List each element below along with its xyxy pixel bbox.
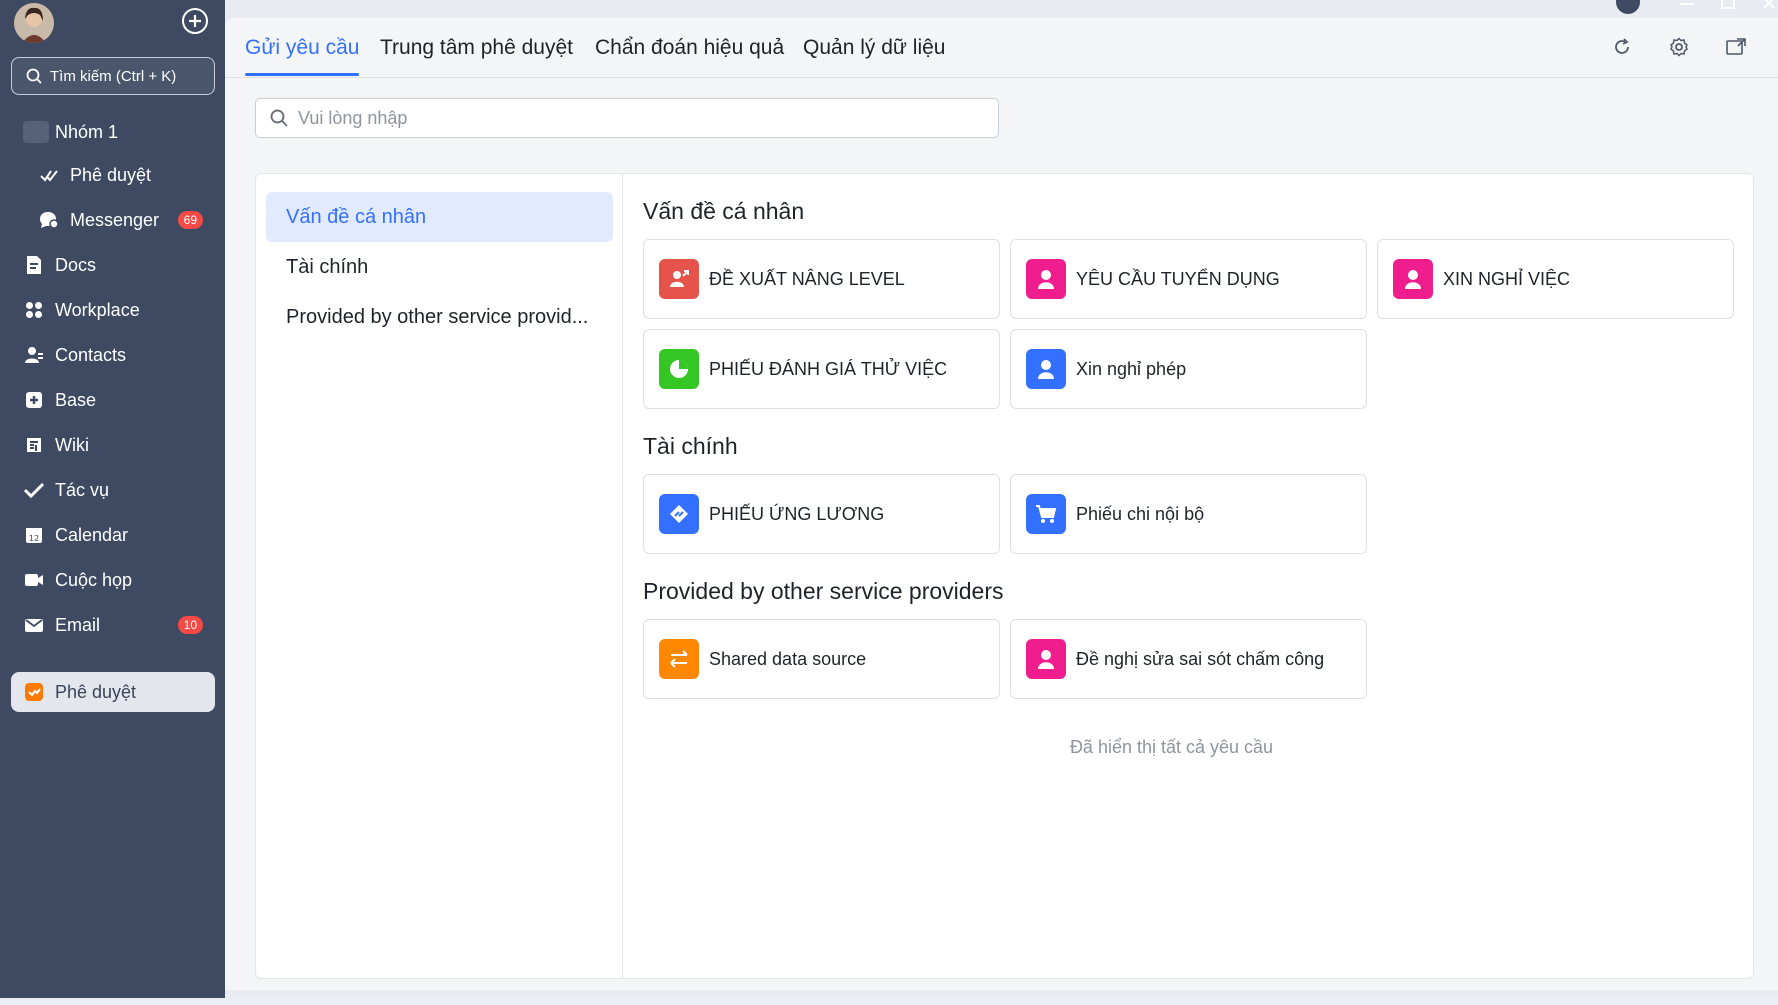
plus-icon [189,15,201,27]
category-finance[interactable]: Tài chính [266,242,613,292]
category-other-providers[interactable]: Provided by other service provid... [266,292,613,342]
sidebar-item-messenger[interactable]: Messenger 69 [11,200,215,240]
tab-bar: Gửi yêu cầu Trung tâm phê duyệt Chẩn đoá… [225,18,1778,78]
unread-badge: 10 [177,616,203,634]
request-card[interactable]: Phiếu chi nội bộ [1010,474,1367,554]
sidebar-item-label: Tác vụ [55,479,110,500]
sidebar-item-base[interactable]: Base [11,380,215,420]
video-camera-icon [23,569,45,591]
sidebar-item-approval[interactable]: Phê duyệt [11,672,215,712]
wiki-icon [23,434,45,456]
unread-badge: 69 [177,211,203,229]
request-card[interactable]: Shared data source [643,619,1000,699]
avatar[interactable] [14,3,54,43]
sidebar-item-label: Phê duyệt [70,164,152,185]
sidebar: Tìm kiếm (Ctrl + K) Nhóm 1 Phê duyệt Mes… [0,0,225,998]
search-icon [26,68,42,84]
add-button[interactable] [182,8,208,34]
request-card[interactable]: PHIẾU ĐÁNH GIÁ THỬ VIỆC [643,329,1000,409]
sidebar-item-label: Cuộc họp [55,569,133,590]
card-label: Đề nghị sửa sai sót chấm công [1076,648,1325,669]
request-card[interactable]: PHIẾU ỨNG LƯƠNG [643,474,1000,554]
sidebar-item-meetings[interactable]: Cuộc họp [11,560,215,600]
user-arrow-icon [659,259,699,299]
person-icon [1393,259,1433,299]
pie-chart-icon [659,349,699,389]
card-label: Xin nghỉ phép [1076,358,1187,379]
request-panel: Vấn đề cá nhân Tài chính Provided by oth… [255,173,1754,979]
sidebar-item-tasks[interactable]: Tác vụ [11,470,215,510]
search-input[interactable] [298,107,978,129]
docs-icon [23,254,45,276]
request-card[interactable]: Xin nghỉ phép [1010,329,1367,409]
card-label: PHIẾU ỨNG LƯƠNG [709,503,885,524]
popout-icon[interactable] [1725,36,1747,58]
card-label: ĐỀ XUẤT NÂNG LEVEL [709,268,905,289]
section-title: Provided by other service providers [643,578,1004,604]
search-icon [270,109,288,127]
sidebar-item-group[interactable]: Nhóm 1 [11,112,215,152]
card-label: XIN NGHỈ VIỆC [1443,268,1571,289]
gear-icon[interactable] [1668,36,1690,58]
approval-app-icon [23,681,45,703]
tab-submit-request[interactable]: Gửi yêu cầu [245,36,360,76]
card-label: PHIẾU ĐÁNH GIÁ THỬ VIỆC [709,358,948,379]
category-list: Vấn đề cá nhân Tài chính Provided by oth… [256,174,623,978]
card-label: YÊU CẦU TUYỂN DỤNG [1076,268,1280,289]
sidebar-search-label: Tìm kiếm (Ctrl + K) [50,67,177,85]
card-label: Phiếu chi nội bộ [1076,503,1205,524]
sidebar-item-label: Messenger [70,209,160,230]
check-double-icon [38,164,60,186]
mail-icon [23,614,45,636]
sidebar-item-docs[interactable]: Docs [11,245,215,285]
request-card[interactable]: XIN NGHỈ VIỆC [1377,239,1734,319]
person-icon [1026,349,1066,389]
bottom-strip [0,998,1778,1005]
svg-text:12: 12 [29,534,39,543]
sidebar-item-label: Wiki [55,434,89,455]
sidebar-item-email[interactable]: Email 10 [11,605,215,645]
refresh-icon[interactable] [1611,36,1633,58]
sidebar-item-label: Workplace [55,299,140,320]
window-controls [1600,0,1778,16]
grid-icon [23,299,45,321]
sidebar-item-label: Calendar [55,524,129,545]
tab-data-management[interactable]: Quản lý dữ liệu [803,36,945,76]
base-icon [23,389,45,411]
group-icon [23,121,49,143]
request-search[interactable] [255,98,999,138]
sidebar-item-calendar[interactable]: 12 Calendar [11,515,215,555]
sidebar-item-label: Docs [55,254,97,275]
person-icon [1026,259,1066,299]
contacts-icon [23,344,45,366]
person-icon [1026,639,1066,679]
calendar-icon: 12 [23,524,45,546]
sidebar-item-label: Contacts [55,344,127,365]
cart-icon [1026,494,1066,534]
sidebar-item-label: Email [55,614,101,635]
category-personal[interactable]: Vấn đề cá nhân [266,192,613,242]
sidebar-item-approval-sub[interactable]: Phê duyệt [11,155,215,195]
swap-icon [659,639,699,679]
sidebar-item-label: Base [55,389,97,410]
request-card[interactable]: ĐỀ XUẤT NÂNG LEVEL [643,239,1000,319]
sidebar-item-contacts[interactable]: Contacts [11,335,215,375]
chat-icon [38,209,60,231]
tab-efficiency-diagnosis[interactable]: Chẩn đoán hiệu quả [595,36,784,76]
check-icon [23,479,45,501]
all-shown-note: Đã hiển thị tất cả yêu cầu [1069,737,1274,757]
sidebar-item-label: Phê duyệt [55,681,137,702]
sidebar-item-label: Nhóm 1 [55,121,119,142]
sidebar-search[interactable]: Tìm kiếm (Ctrl + K) [11,57,215,95]
request-card[interactable]: YÊU CẦU TUYỂN DỤNG [1010,239,1367,319]
section-title: Tài chính [643,433,738,459]
sidebar-item-wiki[interactable]: Wiki [11,425,215,465]
tab-approval-center[interactable]: Trung tâm phê duyệt [380,36,573,76]
sidebar-item-workplace[interactable]: Workplace [11,290,215,330]
card-label: Shared data source [709,648,867,669]
main-content: Gửi yêu cầu Trung tâm phê duyệt Chẩn đoá… [225,18,1778,990]
request-card[interactable]: Đề nghị sửa sai sót chấm công [1010,619,1367,699]
transfer-icon [659,494,699,534]
section-title: Vấn đề cá nhân [643,198,805,224]
